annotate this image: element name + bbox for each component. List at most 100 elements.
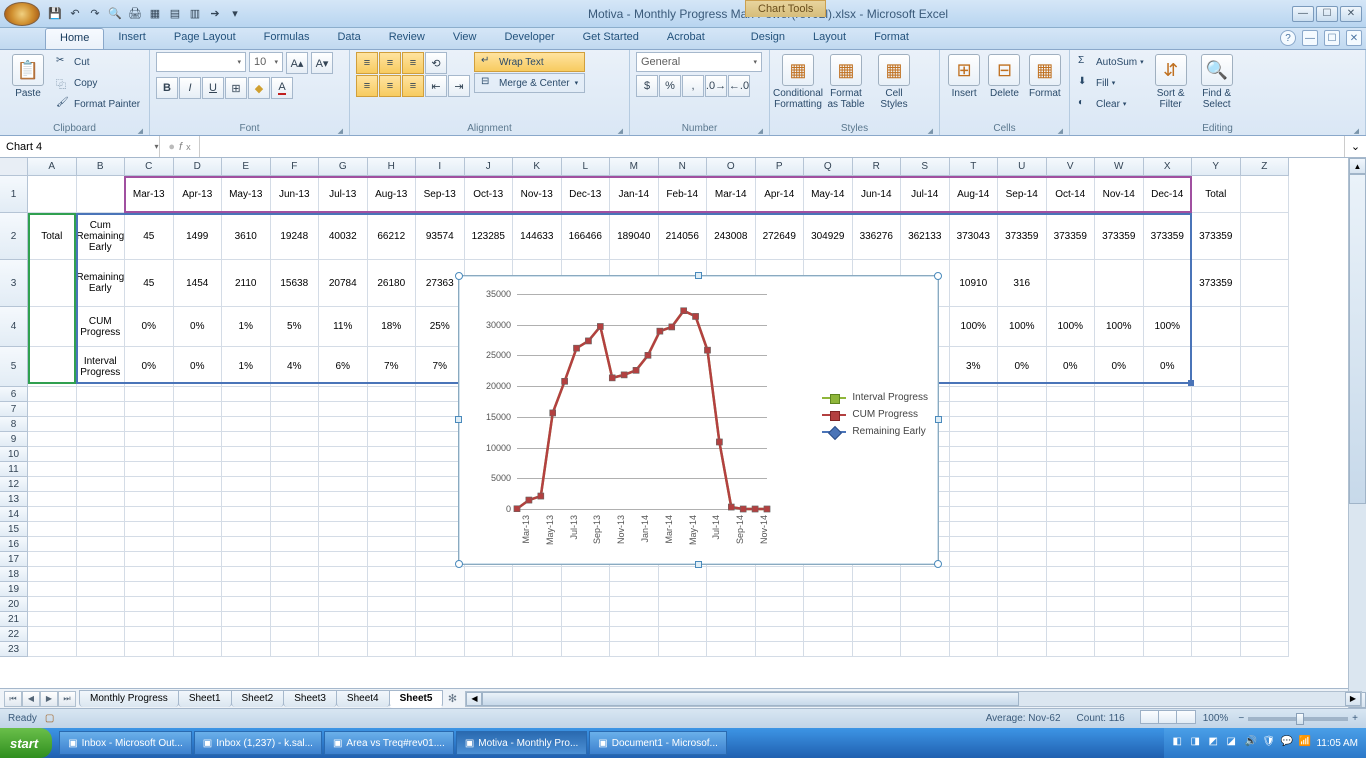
column-header[interactable]: S [901,158,950,176]
cell[interactable] [319,477,368,492]
cell[interactable] [271,477,320,492]
undo-icon[interactable]: ↶ [66,5,84,23]
format-as-table-button[interactable]: ▦Format as Table [824,52,868,112]
cell[interactable]: Jan-14 [610,176,659,213]
cell[interactable] [368,402,417,417]
cell[interactable] [174,432,223,447]
save-icon[interactable]: 💾 [46,5,64,23]
cell[interactable]: 1454 [174,260,223,307]
cell[interactable]: Apr-13 [174,176,223,213]
cell[interactable] [174,627,223,642]
cell[interactable] [271,387,320,402]
bold-button[interactable]: B [156,77,178,99]
cell[interactable]: Nov-14 [1095,176,1144,213]
cell[interactable] [1192,447,1241,462]
cell[interactable] [998,462,1047,477]
cell[interactable] [319,537,368,552]
column-header[interactable]: A [28,158,77,176]
row-header[interactable]: 7 [0,402,28,417]
cell[interactable] [319,387,368,402]
cell[interactable] [1241,612,1290,627]
cell[interactable]: 0% [1095,347,1144,387]
cell[interactable] [1192,597,1241,612]
cell[interactable] [1144,492,1193,507]
cell[interactable]: 100% [1095,307,1144,347]
column-header[interactable]: F [271,158,320,176]
cell[interactable]: 100% [998,307,1047,347]
cell[interactable] [125,432,174,447]
cell[interactable] [28,347,77,387]
cell[interactable] [368,537,417,552]
cell[interactable] [998,627,1047,642]
cell[interactable]: 373359 [1192,213,1241,260]
cell[interactable]: 5% [271,307,320,347]
cell[interactable]: 45 [125,213,174,260]
cell[interactable] [222,537,271,552]
cell[interactable]: 316 [998,260,1047,307]
row-header[interactable]: 20 [0,597,28,612]
cell[interactable] [222,612,271,627]
cell[interactable] [853,567,902,582]
column-header[interactable]: T [950,158,999,176]
cell[interactable] [1047,477,1096,492]
cell[interactable]: 336276 [853,213,902,260]
row-header[interactable]: 1 [0,176,28,213]
cell[interactable]: Aug-13 [368,176,417,213]
cell[interactable]: 214056 [659,213,708,260]
cell[interactable] [1095,627,1144,642]
cell[interactable]: 6% [319,347,368,387]
cell[interactable] [174,582,223,597]
cell[interactable] [1241,537,1290,552]
cell[interactable]: 20784 [319,260,368,307]
cell[interactable] [853,642,902,657]
cell[interactable] [1192,307,1241,347]
percent-button[interactable]: % [659,75,681,97]
cell[interactable] [998,537,1047,552]
sheet-nav-prev-icon[interactable]: ◀ [22,691,40,707]
cell[interactable] [77,417,126,432]
tray-icon[interactable]: 🔊 [1244,736,1258,750]
align-middle-button[interactable]: ≡ [379,52,401,74]
font-size-combo[interactable]: 10▾ [249,52,283,72]
qat-dropdown-icon[interactable]: ▾ [226,5,244,23]
cell[interactable] [1241,627,1290,642]
zoom-out-icon[interactable]: − [1238,713,1244,724]
cell[interactable] [853,612,902,627]
cell[interactable]: 45 [125,260,174,307]
cell[interactable] [1095,387,1144,402]
cell[interactable] [610,627,659,642]
cell[interactable] [319,402,368,417]
cell[interactable]: 0% [998,347,1047,387]
column-header[interactable]: H [368,158,417,176]
cell[interactable]: 373359 [1095,213,1144,260]
indent-dec-button[interactable]: ⇤ [425,75,447,97]
sheet-tab[interactable]: Sheet1 [178,690,232,707]
cell[interactable] [271,507,320,522]
column-header[interactable]: P [756,158,805,176]
row-header[interactable]: 5 [0,347,28,387]
cell[interactable] [368,417,417,432]
fill-button[interactable]: ⬇Fill▾ [1076,73,1146,93]
cell[interactable] [659,582,708,597]
cell[interactable] [222,462,271,477]
cell[interactable]: 166466 [562,213,611,260]
format-button[interactable]: ▦Format [1027,52,1063,101]
row-header[interactable]: 19 [0,582,28,597]
cell[interactable] [513,627,562,642]
cell[interactable] [77,537,126,552]
sheet-tab[interactable]: Monthly Progress [79,690,179,707]
cell[interactable] [174,597,223,612]
cell[interactable] [77,612,126,627]
cell[interactable] [950,522,999,537]
cell[interactable] [271,552,320,567]
column-header[interactable]: E [222,158,271,176]
cell[interactable] [28,522,77,537]
sheet-tab[interactable]: Sheet2 [231,690,285,707]
cell[interactable] [1047,582,1096,597]
cell[interactable] [756,597,805,612]
cell[interactable] [1095,642,1144,657]
vertical-scrollbar[interactable]: ▲ ▼ [1348,158,1366,708]
cell[interactable]: 144633 [513,213,562,260]
cell[interactable] [28,507,77,522]
cell[interactable] [1095,477,1144,492]
